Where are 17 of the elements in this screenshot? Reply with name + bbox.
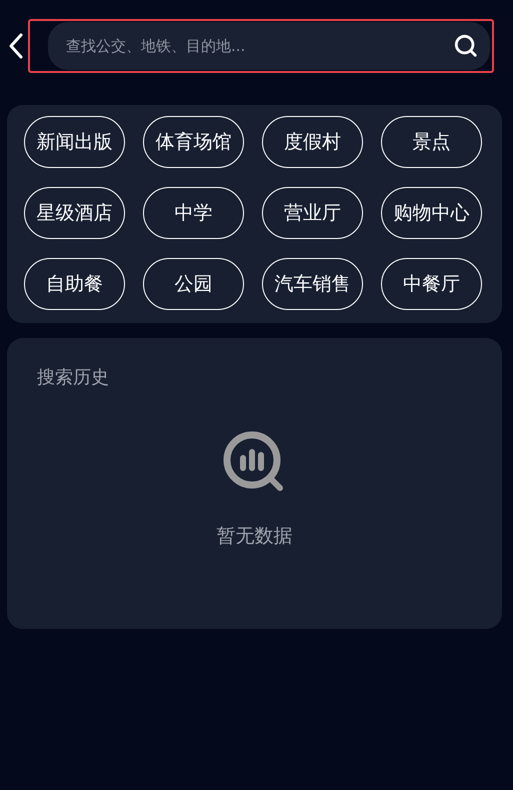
search-field[interactable]: 查找公交、地铁、目的地... (48, 22, 490, 70)
category-tag[interactable]: 景点 (381, 116, 482, 168)
back-icon[interactable] (8, 32, 24, 60)
category-tag[interactable]: 公园 (143, 258, 244, 310)
category-tag[interactable]: 体育场馆 (143, 116, 244, 168)
category-tag[interactable]: 中学 (143, 187, 244, 239)
search-icon[interactable] (454, 34, 478, 58)
category-tag[interactable]: 购物中心 (381, 187, 482, 239)
category-tag[interactable]: 汽车销售 (262, 258, 363, 310)
category-tag[interactable]: 新闻出版 (24, 116, 125, 168)
section-title: 搜索历史 (37, 366, 109, 389)
category-tag[interactable]: 度假村 (262, 116, 363, 168)
category-tag[interactable]: 自助餐 (24, 258, 125, 310)
empty-message: 暂无数据 (216, 524, 292, 549)
category-tag[interactable]: 营业厅 (262, 187, 363, 239)
category-tag[interactable]: 星级酒店 (24, 187, 125, 239)
category-tag[interactable]: 中餐厅 (381, 258, 482, 310)
